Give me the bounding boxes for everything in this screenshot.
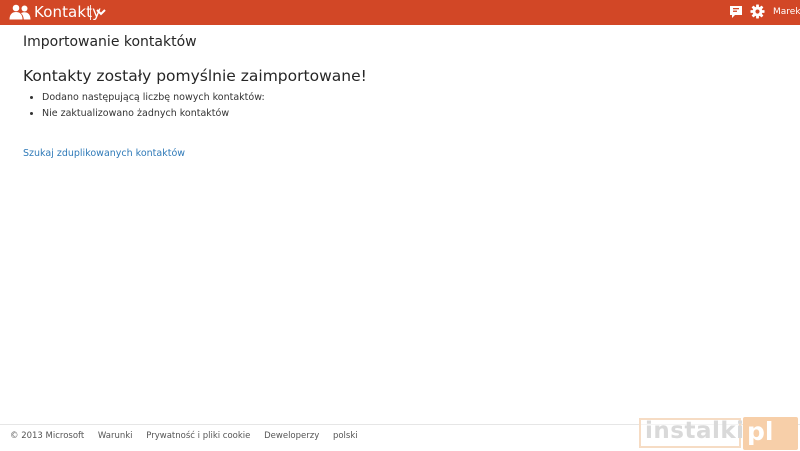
footer-link-developers[interactable]: Deweloperzy [264,430,319,442]
title-divider [90,5,91,20]
top-navigation-bar: Kontakty Marek [0,0,800,25]
watermark-pl-badge: pl [743,417,798,450]
import-success-message: Kontakty zostały pomyślnie zaimportowane… [23,67,367,85]
find-duplicates-link[interactable]: Szukaj zduplikowanych kontaktów [23,147,185,160]
instalki-watermark-logo: instalki pl [639,416,800,451]
watermark-suffix: pl [747,417,774,446]
app-title[interactable]: Kontakty [34,2,101,22]
import-results-list: Dodano następującą liczbę nowych kontakt… [32,90,265,122]
watermark-text: instalki [645,418,745,444]
result-updated-contacts: Nie zaktualizowano żadnych kontaktów [42,106,265,122]
people-icon[interactable] [9,4,31,20]
gear-icon[interactable] [750,4,765,19]
footer-copyright: © 2013 Microsoft [10,431,85,441]
footer-link-language[interactable]: polski [333,430,358,442]
chat-icon[interactable] [729,5,743,19]
chevron-down-icon[interactable] [95,6,107,18]
user-account-name[interactable]: Marek [773,6,800,18]
page-title: Importowanie kontaktów [23,34,197,50]
footer-link-privacy[interactable]: Prywatność i pliki cookie [146,430,250,442]
footer: © 2013 Microsoft Warunki Prywatność i pl… [10,430,369,442]
contacts-import-page: Kontakty Marek Importowanie kontaktów Ko… [0,0,800,451]
result-added-contacts: Dodano następującą liczbę nowych kontakt… [42,90,265,106]
footer-link-terms[interactable]: Warunki [98,430,133,442]
